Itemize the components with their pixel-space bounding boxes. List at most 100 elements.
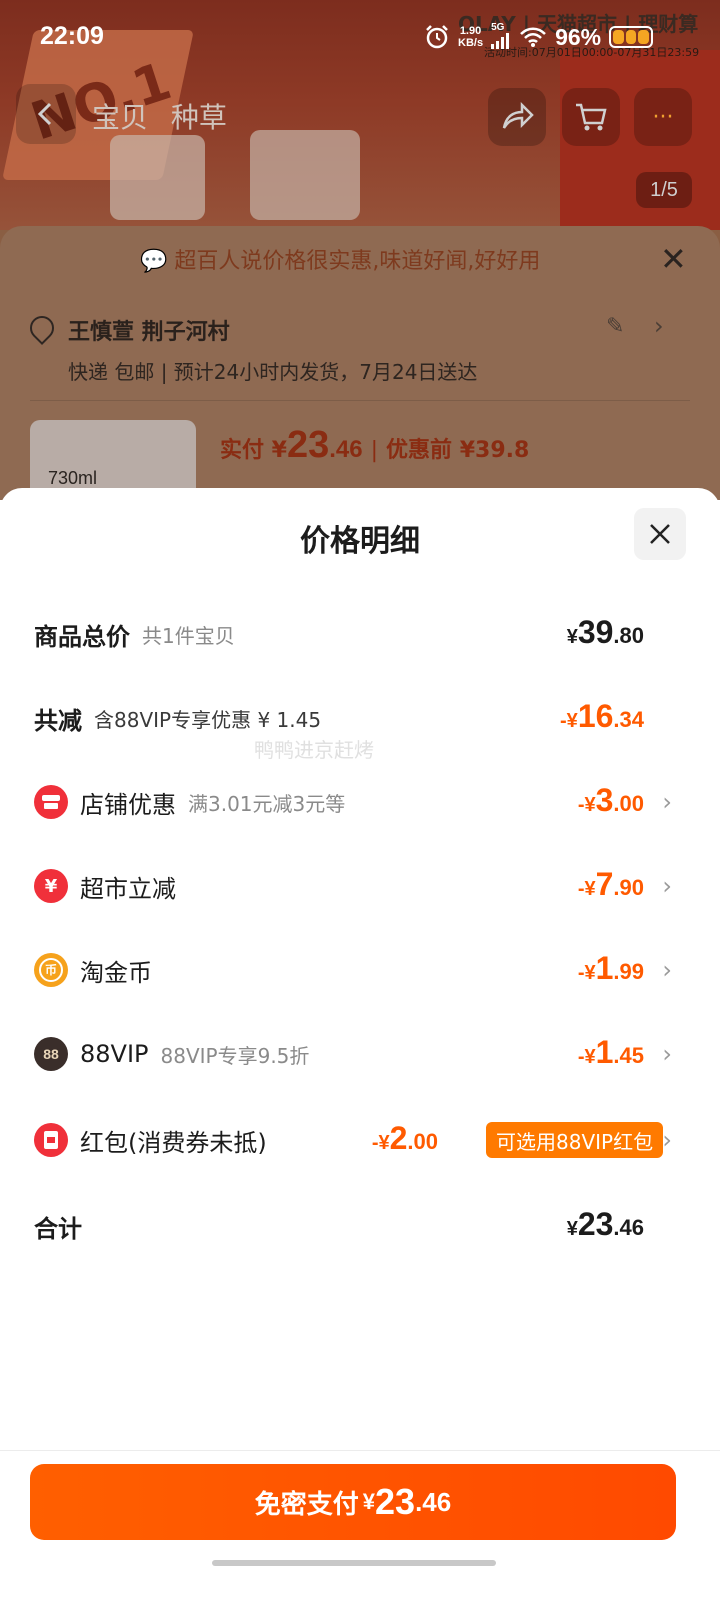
row-sub: 含88VIP专享优惠 ¥ 1.45 [94,707,322,732]
pay-dec: .46 [415,1486,452,1517]
pay-button[interactable]: 免密支付 ¥ 23 .46 [30,1464,676,1540]
battery-icon [609,26,654,48]
signal-icon [491,33,510,49]
amount-int: 16 [577,698,614,734]
tab-zhongcao[interactable]: 种草 [171,101,227,134]
pay-currency: ¥ [362,1489,376,1514]
edit-icon[interactable]: ✎ [606,314,624,339]
share-button[interactable] [488,88,546,146]
row-amount: -¥1.45 [578,1034,644,1071]
amount-int: 1 [595,1034,614,1070]
row-tao-coin[interactable]: 币 淘金币 -¥1.99 › [34,946,674,994]
back-button[interactable] [16,84,76,144]
row-label: 共减 [34,706,82,735]
amount-dec: .46 [613,1215,644,1240]
alarm-icon [426,25,448,49]
cart-button[interactable] [562,88,620,146]
chevron-right-icon: › [662,872,672,900]
row-amount: -¥16.34 [560,698,644,735]
row-goods-total: 商品总价 共1件宝贝 ¥39.80 [34,610,674,658]
amount-currency: -¥ [577,878,596,900]
share-icon [502,102,534,129]
chevron-right-icon: › [662,1040,672,1068]
amount-int: 7 [595,866,614,902]
actual-price: 实付 ¥23.46 | 优惠前 ¥39.8 [220,424,529,467]
amount-dec: .99 [613,959,644,984]
status-time: 22:09 [40,22,104,50]
amount-int: 3 [595,782,614,818]
amount-currency: -¥ [577,794,596,816]
amount-dec: .00 [613,791,644,816]
coin-icon: 币 [34,953,68,987]
row-label: 88VIP [80,1040,149,1068]
amount-dec: .80 [613,623,644,648]
status-bar: 22:09 1.90 KB/s 5G 96% [0,0,720,70]
row-label: 淘金币 [80,958,152,987]
row-shop-discount[interactable]: 店铺优惠 满3.01元减3元等 -¥3.00 › [34,778,674,826]
amount-dec: .34 [613,707,644,732]
pay-label: 免密支付 [254,1489,359,1520]
amount-currency: ¥ [566,1218,578,1240]
tab-baobei[interactable]: 宝贝 [92,101,148,134]
row-supermarket-discount[interactable]: ¥ 超市立减 -¥7.90 › [34,862,674,910]
amount-currency: -¥ [577,1046,596,1068]
row-amount: ¥23.46 [567,1206,644,1243]
sheet-title: 价格明细 [300,524,420,559]
chevron-right-icon: › [662,788,672,816]
row-label: 红包(消费券未抵) [80,1128,267,1157]
amount-currency: ¥ [566,626,578,648]
row-amount: ¥39.80 [567,614,644,651]
chevron-right-icon: › [662,956,672,984]
price-sep: | [370,438,379,463]
row-amount: -¥1.99 [578,950,644,987]
row-amount: -¥3.00 [578,782,644,819]
review-tip-text: 超百人说价格很实惠,味道好闻,好好用 [174,249,541,274]
close-button[interactable] [634,508,686,560]
more-button[interactable]: ··· [634,88,692,146]
nav-tabs: 宝贝 种草 [92,96,241,136]
amount-int: 39 [577,614,614,650]
amount-dec: .00 [407,1129,438,1154]
row-total: 合计 ¥23.46 [34,1202,674,1250]
shop-icon [34,785,68,819]
more-dots-icon: ··· [652,104,674,130]
review-tip: 💬 超百人说价格很实惠,味道好闻,好好用 [140,243,540,275]
price-detail-sheet: 价格明细 鸭鸭进京赶烤 商品总价 共1件宝贝 ¥39.80 共减 含88VIP专… [0,488,720,1600]
row-88vip[interactable]: 88 88VIP 88VIP专享9.5折 -¥1.45 › [34,1030,674,1078]
vip88-icon: 88 [34,1037,68,1071]
background-product-page: NO.1 OLAY | 天猫超市 | 理财算 活动时间:07月01日00:00-… [0,0,720,500]
wifi-icon [520,27,546,47]
amount-dec: .45 [613,1043,644,1068]
yuan-icon: ¥ [34,869,68,903]
amount-int: 23 [577,1206,614,1242]
chevron-right-icon[interactable]: › [654,312,664,340]
amount-int: 2 [389,1120,408,1156]
image-pager: 1/5 [636,172,692,208]
price-int: 23 [286,424,330,466]
row-amount: -¥2.00 [372,1120,438,1157]
row-label: 合计 [34,1214,82,1243]
close-icon[interactable]: ✕ [660,240,687,278]
chevron-left-icon [37,102,52,126]
row-label: 超市立减 [80,874,176,903]
cart-icon [576,103,607,131]
status-icons: 1.90 KB/s 5G 96% [424,22,654,52]
pay-int: 23 [375,1481,416,1522]
price-label: 实付 ¥ [220,438,287,463]
close-icon [650,524,670,544]
amount-dec: .90 [613,875,644,900]
row-red-packet[interactable]: 红包(消费券未抵) -¥2.00 可选用88VIP红包 › [34,1116,674,1164]
net-speed: 1.90 KB/s [458,25,483,49]
vip-red-packet-tag[interactable]: 可选用88VIP红包 [486,1122,664,1158]
net-speed-value: 1.90 [459,25,482,37]
row-sub: 共1件宝贝 [142,623,235,648]
chat-icon: 💬 [140,249,168,274]
address-name[interactable]: 王慎萱 荆子河村 [68,314,230,346]
network-type-label: 5G [491,22,505,33]
footer-divider [0,1450,720,1451]
amount-currency: -¥ [371,1132,390,1154]
red-packet-icon [34,1123,68,1157]
home-indicator[interactable] [212,1560,496,1566]
divider [30,400,690,401]
amount-int: 1 [595,950,614,986]
